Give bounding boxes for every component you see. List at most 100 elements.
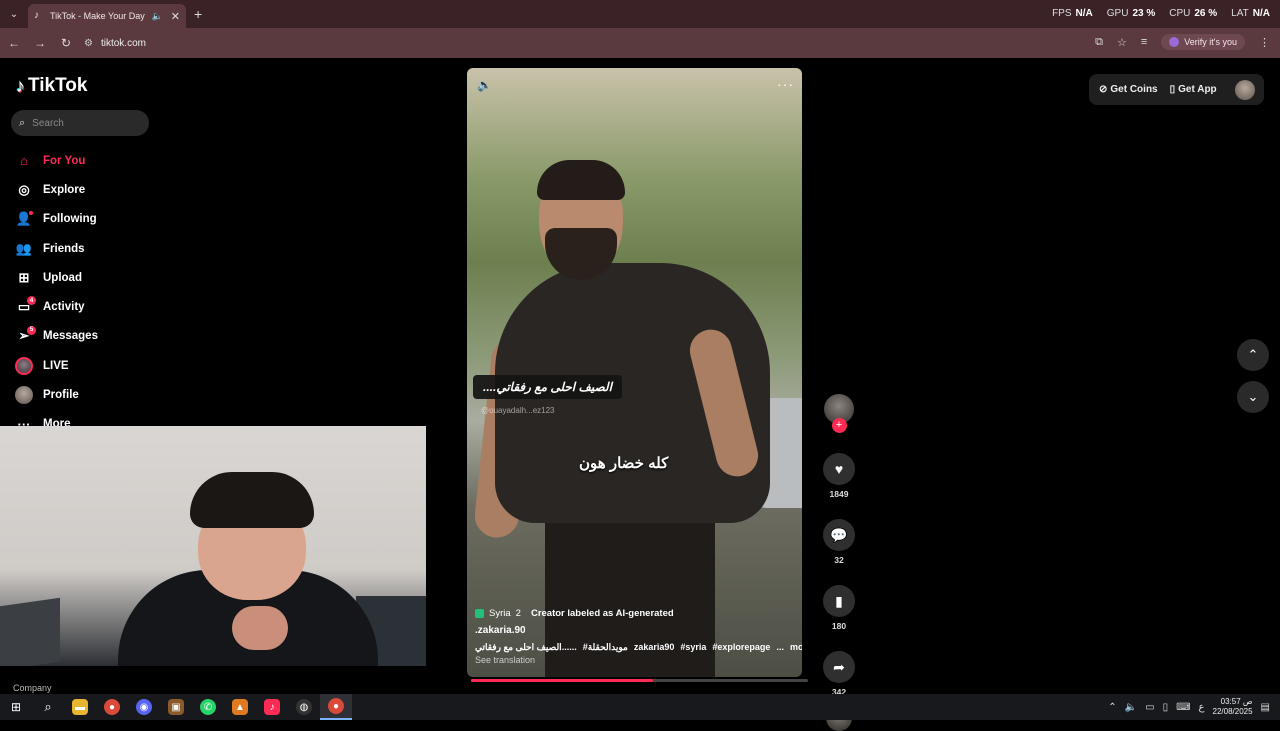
- share-button[interactable]: ➦: [823, 651, 855, 683]
- sidebar-item-profile[interactable]: Profile: [15, 380, 175, 409]
- sidebar-item-following[interactable]: 👤 Following: [15, 205, 175, 234]
- clock-date: 22/08/2025: [1212, 707, 1253, 716]
- sidebar-item-friends[interactable]: 👥 Friends: [15, 234, 175, 263]
- follow-plus-icon[interactable]: +: [831, 418, 847, 433]
- sidebar-item-label: LIVE: [43, 359, 69, 372]
- tiktok-note-icon: ♪: [16, 75, 25, 96]
- tiktok-logo[interactable]: ♪ TikTok: [16, 75, 87, 97]
- stat-lat: LAT N/A: [1231, 8, 1270, 19]
- account-avatar-icon: [1169, 37, 1180, 47]
- hashtag-link[interactable]: #مويدالحقلة: [583, 642, 628, 653]
- file-explorer-icon[interactable]: ▬: [64, 694, 96, 720]
- footer-company-link[interactable]: Company: [13, 683, 52, 693]
- video-player[interactable]: 🔈 ··· الصيف احلى مع رفقاتي.... @ouayadal…: [467, 68, 802, 677]
- start-icon[interactable]: ⊞: [0, 694, 32, 720]
- more-button[interactable]: more: [790, 642, 802, 653]
- forward-icon[interactable]: →: [28, 36, 52, 50]
- tab-close-icon[interactable]: ✕: [171, 10, 180, 23]
- next-video-button[interactable]: ⌄: [1237, 381, 1269, 413]
- app-icon[interactable]: ▲: [224, 694, 256, 720]
- back-icon[interactable]: ←: [2, 36, 26, 50]
- sidebar-item-messages[interactable]: ➢ 5 Messages: [15, 322, 175, 351]
- notifications-icon[interactable]: ▤: [1261, 702, 1270, 713]
- sidebar-item-explore[interactable]: ◎ Explore: [15, 175, 175, 204]
- video-options-icon[interactable]: ···: [777, 76, 794, 92]
- reload-icon[interactable]: ↻: [54, 36, 78, 50]
- input-language[interactable]: ع: [1199, 702, 1205, 713]
- video-caption-mid: كله خضار هون: [579, 455, 669, 472]
- tray-chevron-up-icon[interactable]: ⌃: [1108, 702, 1116, 713]
- app-icon[interactable]: ▣: [160, 694, 192, 720]
- clock[interactable]: 03:57 ص 22/08/2025: [1213, 697, 1253, 717]
- messages-badge: 5: [27, 325, 36, 335]
- video-figure-hair: [537, 160, 625, 200]
- tiktok-favicon-icon: ♪: [34, 10, 39, 21]
- obs-icon[interactable]: ◍: [288, 694, 320, 720]
- chrome-active-icon[interactable]: ●: [320, 694, 352, 720]
- like-button[interactable]: ♥: [823, 453, 855, 485]
- taskbar-search-icon[interactable]: ⌕: [32, 694, 64, 720]
- volume-tray-icon[interactable]: 🔈: [1125, 702, 1137, 713]
- whatsapp-icon[interactable]: ✆: [192, 694, 224, 720]
- chrome-icon[interactable]: ●: [96, 694, 128, 720]
- upload-icon: ⊞: [18, 269, 30, 285]
- bookmark-icon: ▮: [835, 592, 843, 609]
- discord-icon[interactable]: ◉: [128, 694, 160, 720]
- ai-generated-label: Creator labeled as AI-generated: [530, 608, 674, 619]
- keyboard-icon[interactable]: ⌨: [1176, 702, 1190, 713]
- install-app-icon[interactable]: ⧉: [1095, 36, 1103, 49]
- location-tag[interactable]: Syria 2: [475, 608, 521, 619]
- new-tab-icon[interactable]: +: [194, 6, 202, 22]
- volume-icon[interactable]: 🔈: [477, 78, 492, 92]
- webcam-person-hand: [232, 606, 288, 650]
- verify-button[interactable]: Verify it's you: [1161, 34, 1245, 50]
- compass-icon: ◎: [18, 181, 30, 197]
- get-coins-button[interactable]: ⊘ Get Coins: [1099, 84, 1158, 95]
- tiktok-app-icon[interactable]: ♪: [256, 694, 288, 720]
- description-text: الصيف احلى مع رفقاتي......: [475, 642, 577, 652]
- heart-icon: ♥: [834, 461, 844, 477]
- sidebar-item-label: Messages: [43, 330, 98, 343]
- hashtag-link[interactable]: #explorepage: [712, 642, 770, 653]
- chevron-up-icon: ⌃: [1247, 347, 1259, 362]
- browser-menu-icon[interactable]: ⋮: [1259, 36, 1270, 49]
- tab-audio-icon[interactable]: 🔈: [152, 11, 163, 22]
- network-icon[interactable]: ▭: [1145, 702, 1154, 713]
- video-meta-row: Syria 2 Creator labeled as AI-generated: [475, 608, 801, 619]
- phone-icon: ▯: [1169, 84, 1176, 95]
- bookmark-star-icon[interactable]: ☆: [1117, 36, 1127, 49]
- browser-tab[interactable]: ♪ TikTok - Make Your Day 🔈 ✕: [28, 4, 186, 28]
- search-input[interactable]: ⌕ Search: [11, 110, 149, 136]
- home-icon: ⌂: [20, 153, 28, 169]
- address-bar[interactable]: ⚙ tiktok.com: [84, 38, 146, 49]
- site-info-icon[interactable]: ⚙: [84, 38, 93, 49]
- tab-search-chevron-icon[interactable]: ⌄: [4, 4, 24, 24]
- sidebar-item-activity[interactable]: ▭ 4 Activity: [15, 292, 175, 321]
- see-translation-link[interactable]: See translation: [475, 655, 801, 665]
- video-username[interactable]: .zakaria.90: [475, 625, 801, 636]
- get-app-button[interactable]: ▯ Get App: [1170, 84, 1217, 95]
- user-avatar[interactable]: [1234, 79, 1255, 100]
- hashtag-link[interactable]: zakaria90: [634, 642, 675, 653]
- reading-list-icon[interactable]: ≡: [1141, 36, 1147, 48]
- webcam-person-hair: [190, 472, 314, 528]
- sidebar-item-upload[interactable]: ⊞ Upload: [15, 263, 175, 292]
- activity-badge: 4: [27, 296, 36, 306]
- video-progress-bar[interactable]: [471, 679, 808, 682]
- save-button[interactable]: ▮: [823, 585, 855, 617]
- profile-avatar: [15, 386, 33, 405]
- sidebar-nav: ⌂ For You ◎ Explore 👤 Following 👥 Friend…: [15, 146, 175, 439]
- sidebar-item-for-you[interactable]: ⌂ For You: [15, 146, 175, 175]
- search-placeholder: Search: [32, 117, 64, 129]
- video-watermark: @ouayadalh...ez123: [481, 406, 555, 415]
- webcam-bg-object: [0, 597, 60, 666]
- video-progress-fill: [471, 679, 653, 682]
- clock-time: 03:57 ص: [1220, 697, 1253, 706]
- previous-video-button[interactable]: ⌃: [1237, 339, 1269, 371]
- hashtag-link[interactable]: #syria: [680, 642, 706, 653]
- browser-toolbar: ← → ↻ ⚙ tiktok.com ⧉ ☆ ≡ Verify it's you…: [0, 28, 1280, 58]
- comment-button[interactable]: 💬: [823, 519, 855, 551]
- mic-icon[interactable]: ▯: [1163, 702, 1169, 713]
- chevron-down-icon: ⌄: [1247, 389, 1259, 404]
- sidebar-item-live[interactable]: LIVE: [15, 351, 175, 380]
